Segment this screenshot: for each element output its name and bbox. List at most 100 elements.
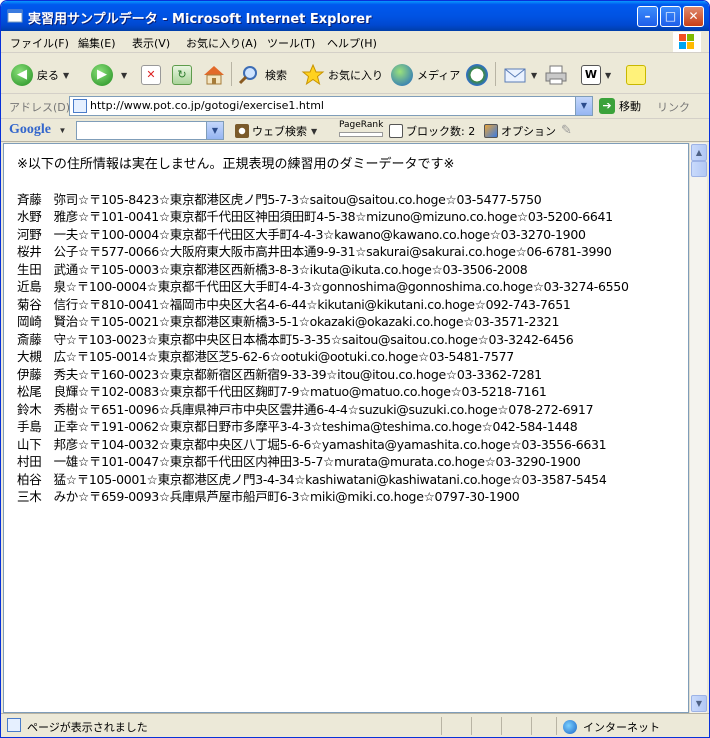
search-label: 検索 [265, 69, 287, 82]
address-entry: 松尾 良輝☆〒102-0083☆東京都千代田区麹町7-9☆matuo@matuo… [17, 384, 547, 399]
mail-button[interactable]: ▼ [503, 62, 537, 88]
history-icon [466, 64, 488, 86]
options-button[interactable]: オプション [484, 123, 556, 139]
mail-dropdown-icon[interactable]: ▼ [531, 71, 537, 80]
menu-bar: ファイル(F) 編集(E) 表示(V) お気に入り(A) ツール(T) ヘルプ(… [1, 31, 709, 53]
media-label: メディア [417, 69, 461, 82]
address-entry: 岡崎 賢治☆〒105-0021☆東京都港区東新橋3-5-1☆okazaki@ok… [17, 314, 560, 329]
address-entry: 河野 一夫☆〒100-0004☆東京都千代田区大手町4-4-3☆kawano@k… [17, 226, 586, 242]
pagerank-label: PageRank [339, 120, 384, 130]
vertical-scrollbar[interactable]: ▲ ▼ [689, 143, 707, 713]
status-divider [556, 717, 557, 735]
address-entry: 生田 武通☆〒105-0003☆東京都港区西新橋3-8-3☆ikuta@ikut… [17, 261, 528, 277]
menu-help[interactable]: ヘルプ(H) [327, 35, 377, 51]
google-logo[interactable]: Google ▼ [9, 122, 66, 138]
menu-view[interactable]: 表示(V) [132, 35, 170, 51]
standard-toolbar: ◀ 戻る ▼ ▶ ▼ ✕ ↻ 検索 お気に入り メディア ▼ W ▼ [1, 54, 709, 94]
address-entry: 手島 正幸☆〒191-0062☆東京都日野市多摩平3-4-3☆teshima@t… [17, 419, 578, 434]
scrollbar-thumb[interactable] [691, 161, 707, 177]
title-bar: 実習用サンプルデータ - Microsoft Internet Explorer… [1, 1, 709, 31]
scroll-up-arrow-icon[interactable]: ▲ [691, 144, 707, 161]
menu-tools[interactable]: ツール(T) [267, 35, 315, 51]
web-search-icon [235, 124, 249, 138]
scroll-down-arrow-icon[interactable]: ▼ [691, 695, 707, 712]
web-search-button[interactable]: ウェブ検索 ▼ [235, 123, 317, 139]
highlight-button[interactable]: ✎ [561, 123, 572, 138]
edit-word-button[interactable]: W ▼ [581, 62, 611, 88]
links-button[interactable]: リンク [657, 99, 690, 115]
popup-blocked-count: ブロック数: 2 [406, 125, 476, 138]
forward-button[interactable]: ▶ ▼ [91, 62, 127, 88]
menu-file[interactable]: ファイル(F) [10, 35, 69, 51]
options-label: オプション [501, 125, 556, 138]
history-button[interactable] [466, 62, 492, 88]
print-button[interactable] [544, 62, 568, 88]
favorites-button[interactable]: お気に入り [301, 62, 383, 88]
browser-window: 実習用サンプルデータ - Microsoft Internet Explorer… [0, 0, 710, 738]
address-entry: 水野 雅彦☆〒101-0041☆東京都千代田区神田須田町4-5-38☆mizun… [17, 209, 613, 224]
back-button[interactable]: ◀ 戻る ▼ [11, 62, 69, 88]
status-text: ページが表示されました [27, 721, 148, 734]
pagerank-indicator[interactable]: PageRank [339, 120, 383, 137]
back-label: 戻る [37, 69, 59, 82]
address-bar: アドレス(D) http://www.pot.co.jp/gotogi/exer… [1, 95, 709, 117]
maximize-button[interactable]: □ [660, 6, 681, 27]
popup-blocker-button[interactable]: ブロック数: 2 [389, 123, 475, 139]
mail-icon [504, 68, 526, 83]
print-icon [545, 65, 567, 85]
media-globe-icon [391, 64, 413, 86]
page-done-icon [7, 718, 21, 732]
address-input[interactable]: http://www.pot.co.jp/gotogi/exercise1.ht… [69, 96, 593, 116]
search-button[interactable]: 検索 [237, 62, 287, 88]
refresh-icon: ↻ [172, 65, 192, 85]
menu-edit[interactable]: 編集(E) [78, 35, 116, 51]
address-entry: 桜井 公子☆〒577-0066☆大阪府東大阪市高井田本通9-9-31☆sakur… [17, 244, 612, 259]
home-icon [204, 66, 224, 85]
back-dropdown-icon[interactable]: ▼ [63, 71, 69, 80]
forward-arrow-icon: ▶ [91, 64, 113, 86]
page-content: ※以下の住所情報は実在しません。正規表現の練習用のダミーデータです※ 斉藤 弥司… [3, 143, 689, 713]
favorites-star-icon [301, 64, 325, 86]
google-toolbar: Google ▼ ▼ ウェブ検索 ▼ PageRank ブロック数: 2 オプシ… [1, 118, 709, 142]
status-divider [471, 717, 472, 735]
internet-globe-icon [563, 720, 577, 734]
address-dropdown-icon[interactable]: ▼ [575, 97, 592, 115]
minimize-button[interactable]: – [637, 6, 658, 27]
window-title: 実習用サンプルデータ - Microsoft Internet Explorer [28, 12, 372, 27]
address-label: アドレス(D) [9, 101, 71, 114]
address-entry: 柏谷 猛☆〒105-0001☆東京都港区虎ノ門3-4-34☆kashiwatan… [17, 471, 607, 487]
home-button[interactable] [202, 62, 226, 88]
security-zone: インターネット [563, 719, 660, 735]
favorites-label: お気に入り [328, 69, 383, 82]
windows-logo-icon [673, 32, 701, 52]
address-entry: 村田 一雄☆〒101-0047☆東京都千代田区内神田3-5-7☆murata@m… [17, 454, 581, 469]
address-entry: 菊谷 信行☆〒810-0041☆福岡市中央区大名4-6-44☆kikutani@… [17, 296, 571, 312]
stop-icon: ✕ [141, 65, 161, 85]
options-icon [484, 124, 498, 138]
address-entry: 三木 みか☆〒659-0093☆兵庫県芦屋市船戸町6-3☆miki@miki.c… [17, 489, 520, 504]
page-body: ※以下の住所情報は実在しません。正規表現の練習用のダミーデータです※ 斉藤 弥司… [17, 156, 677, 506]
close-button[interactable]: ✕ [683, 6, 704, 27]
ie-icon [7, 9, 23, 23]
menu-favorites[interactable]: お気に入り(A) [186, 35, 257, 51]
status-bar: ページが表示されました インターネット [1, 713, 709, 737]
edit-dropdown-icon[interactable]: ▼ [605, 71, 611, 80]
web-search-dropdown-icon[interactable]: ▼ [311, 127, 317, 136]
go-button[interactable]: ➔ 移動 [599, 98, 641, 114]
back-arrow-icon: ◀ [11, 64, 33, 86]
discuss-button[interactable] [626, 62, 646, 88]
pagerank-bar [339, 132, 383, 137]
forward-dropdown-icon[interactable]: ▼ [121, 71, 127, 80]
address-entry: 山下 邦彦☆〒104-0032☆東京都中央区八丁堀5-6-6☆yamashita… [17, 436, 607, 452]
address-entry: 近島 泉☆〒100-0004☆東京都千代田区大手町4-4-3☆gonnoshim… [17, 279, 629, 294]
media-button[interactable]: メディア [391, 62, 460, 88]
word-icon: W [581, 65, 601, 85]
google-search-input[interactable]: ▼ [76, 121, 224, 140]
address-entry: 鈴木 秀樹☆〒651-0096☆兵庫県神戸市中央区雲井通6-4-4☆suzuki… [17, 401, 594, 417]
google-logo-text: Google [9, 122, 51, 137]
page-icon [73, 99, 87, 113]
stop-button[interactable]: ✕ [141, 62, 161, 88]
address-list: 斉藤 弥司☆〒105-8423☆東京都港区虎ノ門5-7-3☆saitou@sai… [17, 191, 677, 506]
refresh-button[interactable]: ↻ [172, 62, 192, 88]
google-search-dropdown-icon[interactable]: ▼ [206, 122, 223, 139]
